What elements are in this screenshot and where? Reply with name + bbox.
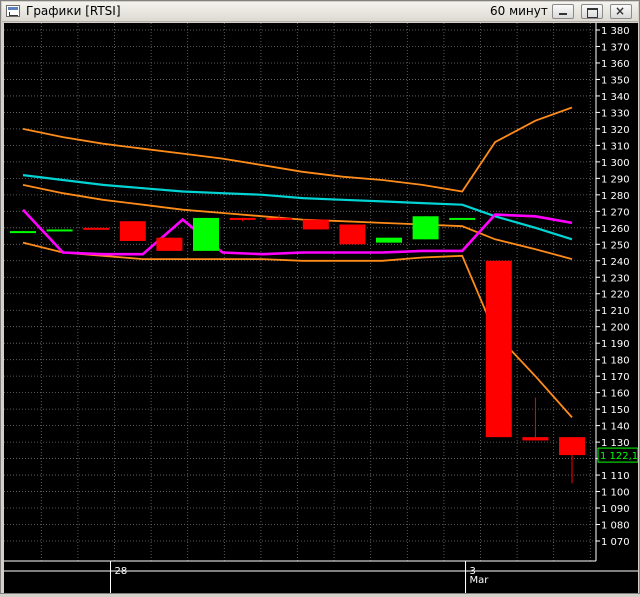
y-tick-label: 1 070 (601, 537, 630, 548)
y-tick-label: 1 080 (601, 521, 630, 532)
y-tick-label: 1 210 (601, 306, 630, 317)
y-tick-label: 1 130 (601, 438, 630, 449)
close-button[interactable]: × (610, 4, 632, 19)
y-tick-label: 1 360 (601, 59, 630, 70)
y-tick-label: 1 140 (601, 422, 630, 433)
title-bar[interactable]: Графики [RTSI] 60 минут × (2, 2, 638, 22)
y-tick-label: 1 370 (601, 42, 630, 53)
candle-body (522, 437, 549, 441)
maximize-icon (587, 8, 598, 18)
y-tick-label: 1 100 (601, 488, 630, 499)
y-tick-label: 1 200 (601, 323, 630, 334)
candle-body (485, 260, 512, 438)
minimize-icon (559, 13, 567, 15)
minimize-button[interactable] (552, 4, 574, 19)
y-tick-label: 1 350 (601, 75, 630, 86)
interval-label: 60 минут (490, 4, 548, 18)
indicator-line-4 (22, 208, 573, 256)
candle-body (412, 216, 439, 240)
y-tick-label: 1 280 (601, 191, 630, 202)
candle-body (46, 229, 73, 232)
y-tick-label: 1 230 (601, 273, 630, 284)
y-tick-label: 1 340 (601, 92, 630, 103)
y-axis-ticks: 1 0701 0801 0901 1001 1101 1201 1301 140… (595, 23, 630, 561)
y-tick-label: 1 270 (601, 207, 630, 218)
chart-window: Графики [RTSI] 60 минут × 1 070 1 080 1 09… (0, 0, 640, 594)
y-tick-label: 1 190 (601, 339, 630, 350)
candle-body (83, 227, 110, 230)
y-tick-label: 1 380 (601, 26, 630, 37)
price-chart[interactable]: 1 0701 0801 0901 1001 1101 1201 1301 140… (4, 23, 640, 593)
x-tick-label: 28 (115, 566, 128, 577)
candle-body (302, 219, 329, 230)
y-tick-label: 1 110 (601, 471, 630, 482)
y-tick-label: 1 330 (601, 108, 630, 119)
y-tick-label: 1 320 (601, 125, 630, 136)
y-tick-label: 1 170 (601, 372, 630, 383)
candle-body (559, 437, 585, 456)
close-icon: × (615, 4, 626, 18)
x-tick-label: Mar (470, 575, 490, 586)
last-price-marker: 1 122,12 (597, 447, 640, 463)
candle-body (193, 217, 219, 251)
candle-body (339, 224, 366, 245)
x-axis: 28 3Mar (4, 560, 638, 593)
y-tick-label: 1 300 (601, 158, 630, 169)
candle-body (156, 237, 183, 251)
y-tick-label: 1 220 (601, 290, 630, 301)
y-tick-label: 1 250 (601, 240, 630, 251)
candle-body (266, 217, 293, 220)
candle-body (376, 237, 402, 243)
chart-app-icon (6, 5, 20, 17)
y-tick-label: 1 090 (601, 504, 630, 515)
maximize-button[interactable] (581, 4, 603, 19)
candle-body (119, 221, 146, 241)
y-tick-label: 1 180 (601, 356, 630, 367)
candle-body (10, 231, 36, 234)
chart-area[interactable]: 1 0701 0801 0901 1001 1101 1201 1301 140… (4, 23, 640, 593)
candle-body (229, 217, 256, 220)
y-tick-label: 1 150 (601, 405, 630, 416)
last-price-label: 1 122,12 (600, 451, 638, 462)
candle-body (449, 217, 476, 220)
y-tick-label: 1 240 (601, 257, 630, 268)
y-tick-label: 1 260 (601, 224, 630, 235)
window-title: Графики [RTSI] (26, 4, 121, 18)
y-tick-label: 1 290 (601, 174, 630, 185)
y-tick-label: 1 160 (601, 389, 630, 400)
y-tick-label: 1 310 (601, 141, 630, 152)
